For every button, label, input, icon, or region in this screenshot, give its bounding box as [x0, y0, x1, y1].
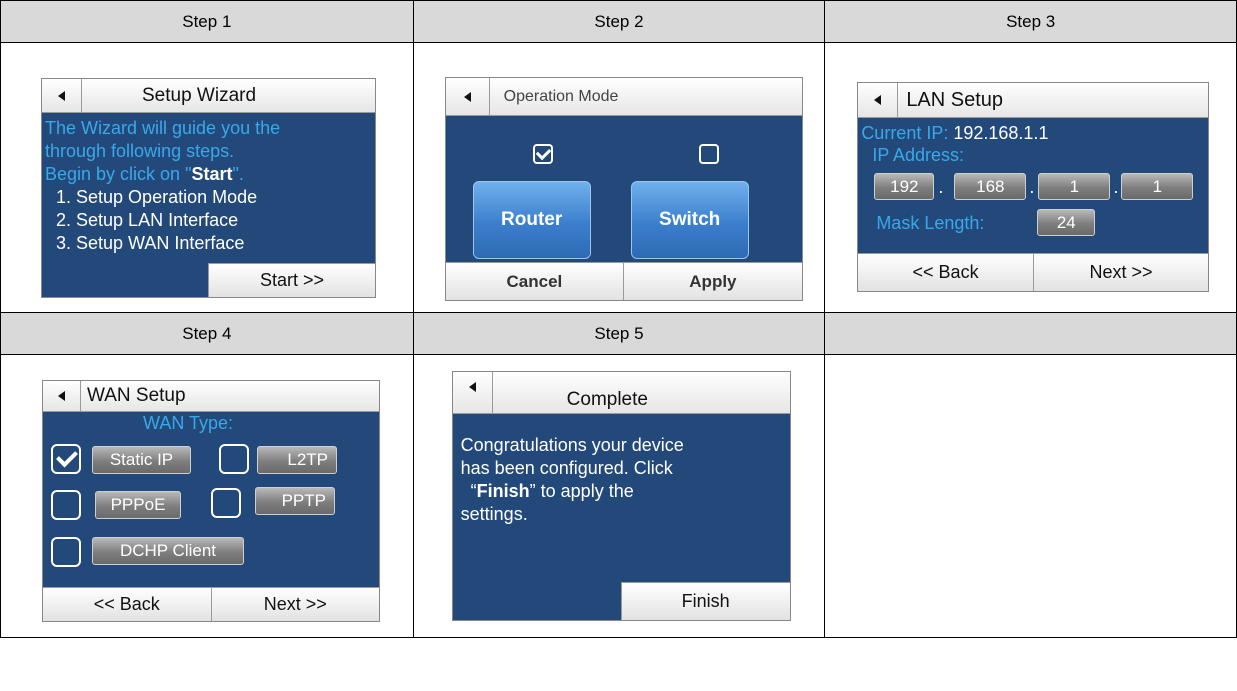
bottom-bar-spacer [453, 582, 621, 620]
wan-setup-screen: WAN Setup WAN Type: Static IP L2TP PPPoE… [42, 380, 380, 622]
intro-line-2: through following steps. [45, 141, 235, 161]
back-button[interactable] [453, 372, 493, 413]
back-button[interactable] [446, 78, 490, 115]
back-button[interactable] [42, 79, 82, 112]
intro-line-1: The Wizard will guide you the [45, 118, 281, 138]
finish-button[interactable]: Finish [620, 582, 790, 620]
step1-label: Step 1 [182, 12, 232, 31]
screen-title: Complete [566, 388, 648, 410]
mask-length-label: Mask Length: [876, 213, 985, 233]
title-bar: Setup Wizard [42, 79, 375, 113]
ip-dot: . [938, 177, 944, 197]
current-ip-row: Current IP: 192.168.1.1 [861, 123, 1049, 143]
back-button[interactable] [858, 83, 899, 117]
back-arrow-icon [874, 95, 882, 105]
screen-title: Operation Mode [503, 87, 619, 105]
bottom-bar-spacer [42, 263, 208, 297]
step4-header: Step 4 [0, 312, 414, 355]
back-nav-button[interactable]: << Back [43, 587, 211, 621]
intro-line-3: Begin by click on "Start". [45, 164, 244, 184]
next-button[interactable]: Next >> [1032, 253, 1209, 291]
dhcp-client-button[interactable]: DCHP Client [92, 537, 244, 565]
back-arrow-icon [468, 382, 476, 392]
l2tp-checkbox[interactable] [219, 444, 249, 474]
dhcp-client-checkbox[interactable] [51, 537, 81, 567]
back-arrow-icon [58, 391, 65, 401]
operation-mode-screen: Operation Mode Router Switch Cancel Appl… [444, 77, 803, 301]
step5-label: Step 5 [594, 324, 644, 343]
bottom-bar: Finish [453, 582, 790, 620]
router-button[interactable]: Router [472, 181, 591, 259]
step5-header: Step 5 [412, 312, 826, 355]
router-checkbox[interactable] [532, 144, 553, 164]
step2-label: Step 2 [594, 12, 644, 31]
list-item: 2. Setup LAN Interface [56, 210, 239, 230]
bottom-bar: << Back Next >> [43, 587, 379, 621]
step3-header: Step 3 [824, 0, 1237, 43]
static-ip-button[interactable]: Static IP [92, 446, 191, 474]
l2tp-button[interactable]: L2TP [257, 446, 337, 474]
title-bar: LAN Setup [858, 83, 1209, 118]
list-item: 3. Setup WAN Interface [56, 233, 245, 253]
step4-cell: WAN Setup WAN Type: Static IP L2TP PPPoE… [0, 354, 414, 638]
step3-cell: LAN Setup Current IP: 192.168.1.1 IP Add… [824, 42, 1237, 313]
list-item: 1. Setup Operation Mode [56, 187, 258, 207]
bottom-bar: Cancel Apply [445, 262, 802, 300]
empty-cell [824, 354, 1237, 638]
step5-cell: Complete Congratulations your device has… [412, 354, 826, 638]
title-bar: Operation Mode [445, 78, 802, 116]
message-line-4: settings. [460, 504, 528, 524]
pppoe-button[interactable]: PPPoE [95, 491, 181, 519]
ip-octet-4[interactable]: 1 [1121, 173, 1194, 200]
bottom-bar: Start >> [42, 263, 375, 297]
ip-octet-3[interactable]: 1 [1038, 173, 1111, 200]
step1-cell: Setup Wizard The Wizard will guide you t… [0, 42, 414, 313]
wan-type-label: WAN Type: [143, 413, 234, 433]
screen-title: WAN Setup [87, 385, 186, 406]
message-line-1: Congratulations your device [460, 435, 684, 455]
pppoe-checkbox[interactable] [51, 490, 81, 520]
steps-table: Step 1 Step 2 Step 3 Setup Wizard The Wi… [0, 0, 1237, 638]
step4-label: Step 4 [182, 324, 232, 343]
bottom-bar: << Back Next >> [858, 253, 1209, 291]
ip-dot: . [1029, 177, 1035, 197]
complete-screen: Complete Congratulations your device has… [451, 371, 791, 621]
ip-dot: . [1113, 177, 1119, 197]
back-nav-button[interactable]: << Back [858, 253, 1033, 291]
ip-octet-1[interactable]: 192 [874, 173, 935, 200]
back-button[interactable] [43, 381, 81, 411]
back-arrow-icon [463, 91, 471, 102]
screen-title: LAN Setup [906, 88, 1004, 111]
next-button[interactable]: Next >> [210, 587, 379, 621]
static-ip-checkbox[interactable] [51, 444, 81, 474]
title-bar: Complete [452, 372, 790, 414]
pptp-checkbox[interactable] [211, 488, 241, 518]
step2-cell: Operation Mode Router Switch Cancel Appl… [412, 42, 826, 313]
apply-button[interactable]: Apply [623, 262, 802, 300]
step3-label: Step 3 [1006, 12, 1056, 31]
empty-header [824, 312, 1237, 355]
mask-length-field[interactable]: 24 [1037, 209, 1096, 236]
title-bar: WAN Setup [43, 381, 379, 412]
message-line-3: “Finish” to apply the [470, 481, 634, 501]
start-button[interactable]: Start >> [208, 263, 375, 297]
lan-setup-screen: LAN Setup Current IP: 192.168.1.1 IP Add… [857, 82, 1210, 292]
ip-address-label: IP Address: [872, 145, 965, 165]
step1-header: Step 1 [0, 0, 414, 43]
back-arrow-icon [58, 90, 65, 101]
setup-wizard-screen: Setup Wizard The Wizard will guide you t… [41, 78, 376, 298]
switch-checkbox[interactable] [698, 144, 719, 164]
message-line-2: has been configured. Click [460, 458, 673, 478]
cancel-button[interactable]: Cancel [445, 262, 624, 300]
step2-header: Step 2 [412, 0, 826, 43]
switch-button[interactable]: Switch [630, 181, 749, 259]
pptp-button[interactable]: PPTP [255, 487, 335, 515]
screen-title: Setup Wizard [142, 84, 257, 106]
ip-octet-2[interactable]: 168 [954, 173, 1027, 200]
